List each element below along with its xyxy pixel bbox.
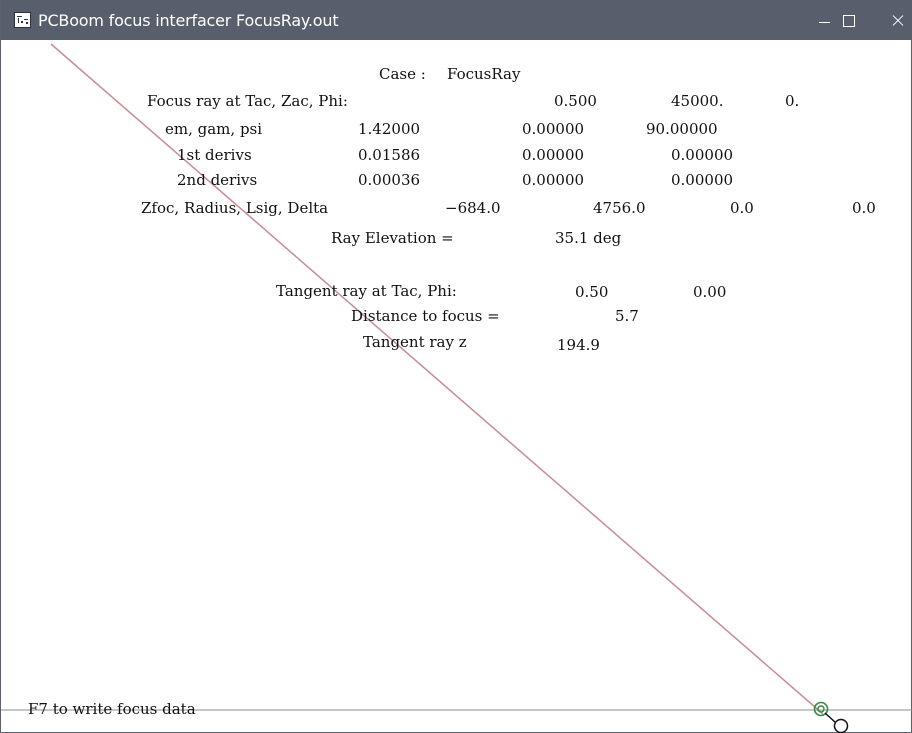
cursor-marker[interactable] [824,712,849,733]
first-deriv-2: 0.00000 [522,146,585,164]
first-deriv-3: 0.00000 [671,146,734,164]
second-deriv-2: 0.00000 [522,171,585,189]
tangent-z-label: Tangent ray z [363,333,467,351]
pcboom-app-icon[interactable] [14,12,31,28]
distance-value: 5.7 [615,307,639,325]
distance-label: Distance to focus = [351,307,500,325]
focus-ray-label: Focus ray at Tac, Zac, Phi: [147,92,348,110]
zfoc-value: −684.0 [445,199,501,217]
second-deriv-3: 0.00000 [671,171,734,189]
lsig-value: 0.0 [730,199,754,217]
focus-ray-zac: 45000. [671,92,724,110]
ray-elevation-label: Ray Elevation = [331,229,454,247]
second-deriv-1: 0.00036 [358,171,421,189]
app-window: PCBoom focus interfacer FocusRay.out Cas… [0,0,912,733]
tangent-z-value: 194.9 [557,336,600,354]
first-deriv-1: 0.01586 [358,146,421,164]
plot-canvas[interactable]: Case : FocusRay Focus ray at Tac, Zac, P… [1,40,912,733]
tangent-ray-phi: 0.00 [693,283,727,301]
window-title: PCBoom focus interfacer FocusRay.out [38,11,339,30]
focus-ray-tac: 0.500 [554,92,597,110]
maximize-icon[interactable] [827,0,873,40]
gam-value: 0.00000 [522,120,585,138]
em-value: 1.42000 [358,120,421,138]
ray-plot [1,43,912,733]
psi-value: 90.00000 [646,120,718,138]
zfoc-label: Zfoc, Radius, Lsig, Delta [141,199,329,217]
tangent-ray-label: Tangent ray at Tac, Phi: [276,282,457,300]
title-bar[interactable]: PCBoom focus interfacer FocusRay.out [1,0,912,40]
delta-value: 0.0 [852,199,876,217]
tangent-ray-tac: 0.50 [575,283,609,301]
radius-value: 4756.0 [593,199,646,217]
focus-ray-phi: 0. [785,92,800,110]
case-value: FocusRay [447,65,521,83]
focus-ray-line [50,43,824,715]
close-icon[interactable] [874,0,912,40]
ray-elevation-value: 35.1 deg [555,229,622,247]
first-derivs-label: 1st derivs [177,146,252,164]
em-gam-psi-label: em, gam, psi [165,120,263,138]
second-derivs-label: 2nd derivs [177,171,258,189]
case-label: Case : [379,65,426,83]
write-focus-hint: F7 to write focus data [28,700,196,718]
